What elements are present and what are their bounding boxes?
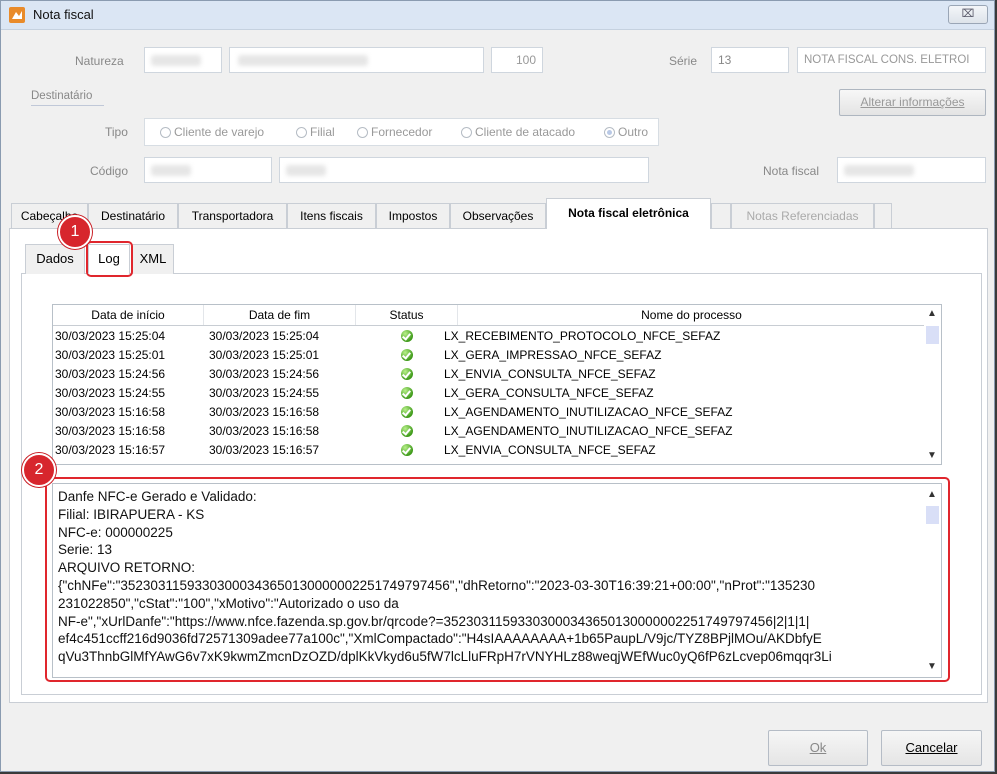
radio-cliente-atacado[interactable]: Cliente de atacado xyxy=(461,125,575,139)
title-bar: Nota fiscal ⌧ xyxy=(1,1,994,30)
tab-spacer xyxy=(874,203,892,228)
serie-description-field[interactable]: NOTA FISCAL CONS. ELETROI xyxy=(797,47,986,73)
cell-end: 30/03/2023 15:24:56 xyxy=(209,367,320,381)
natureza-number-field[interactable]: 100 xyxy=(491,47,543,73)
column-header-data-fim[interactable]: Data de fim xyxy=(204,305,356,325)
cell-start: 30/03/2023 15:16:58 xyxy=(55,405,166,419)
serie-label: Série xyxy=(669,54,698,68)
radio-fornecedor[interactable]: Fornecedor xyxy=(357,125,432,139)
cell-end: 30/03/2023 15:16:58 xyxy=(209,424,320,438)
annotation-badge-2: 2 xyxy=(22,453,56,487)
table-row[interactable]: 30/03/2023 15:16:58 30/03/2023 15:16:58 … xyxy=(53,403,925,422)
scroll-thumb[interactable] xyxy=(926,326,939,344)
tab-destinatario[interactable]: Destinatário xyxy=(88,203,178,228)
column-header-nome-processo[interactable]: Nome do processo xyxy=(458,305,925,325)
status-ok-icon xyxy=(401,387,413,399)
natureza-code-field[interactable] xyxy=(144,47,222,73)
status-ok-icon xyxy=(401,368,413,380)
tab-transportadora[interactable]: Transportadora xyxy=(178,203,287,228)
tab-itens-fiscais[interactable]: Itens fiscais xyxy=(287,203,376,228)
cell-process: LX_GERA_IMPRESSAO_NFCE_SEFAZ xyxy=(444,348,662,362)
tab-impostos[interactable]: Impostos xyxy=(376,203,450,228)
scroll-down-icon[interactable]: ▼ xyxy=(927,450,937,461)
alterar-informacoes-button[interactable]: Alterar informações xyxy=(839,89,986,116)
table-row[interactable]: 30/03/2023 15:25:04 30/03/2023 15:25:04 … xyxy=(53,327,925,346)
cell-process: LX_AGENDAMENTO_INUTILIZACAO_NFCE_SEFAZ xyxy=(444,405,733,419)
group-divider xyxy=(31,105,104,106)
status-ok-icon xyxy=(401,330,413,342)
cell-process: LX_ENVIA_CONSULTA_NFCE_SEFAZ xyxy=(444,443,656,457)
cell-start: 30/03/2023 15:16:58 xyxy=(55,424,166,438)
radio-outro[interactable]: Outro xyxy=(604,125,648,139)
status-ok-icon xyxy=(401,444,413,456)
subtab-xml[interactable]: XML xyxy=(132,244,174,274)
app-icon xyxy=(9,7,25,23)
cell-process: LX_GERA_CONSULTA_NFCE_SEFAZ xyxy=(444,386,654,400)
cell-end: 30/03/2023 15:25:04 xyxy=(209,329,320,343)
radio-circle-icon xyxy=(461,127,472,138)
scroll-up-icon[interactable]: ▲ xyxy=(927,308,937,319)
natureza-desc-field[interactable] xyxy=(229,47,484,73)
codigo-field[interactable] xyxy=(144,157,272,183)
log-grid[interactable]: Data de início Data de fim Status Nome d… xyxy=(52,304,942,465)
table-row[interactable]: 30/03/2023 15:24:55 30/03/2023 15:24:55 … xyxy=(53,384,925,403)
serie-field[interactable]: 13 xyxy=(711,47,789,73)
cell-end: 30/03/2023 15:24:55 xyxy=(209,386,320,400)
cell-start: 30/03/2023 15:16:57 xyxy=(55,443,166,457)
radio-selected-icon xyxy=(604,127,615,138)
subtab-log[interactable]: Log xyxy=(88,244,130,274)
radio-cliente-varejo[interactable]: Cliente de varejo xyxy=(160,125,264,139)
cell-end: 30/03/2023 15:25:01 xyxy=(209,348,320,362)
grid-scrollbar[interactable]: ▲ ▼ xyxy=(924,305,941,464)
annotation-badge-1: 1 xyxy=(58,215,92,249)
tab-notas-referenciadas[interactable]: Notas Referenciadas xyxy=(731,203,874,228)
cell-end: 30/03/2023 15:16:57 xyxy=(209,443,320,457)
radio-filial[interactable]: Filial xyxy=(296,125,335,139)
header-divider xyxy=(53,325,925,326)
column-header-data-inicio[interactable]: Data de início xyxy=(53,305,204,325)
ok-button[interactable]: Ok xyxy=(768,730,868,766)
tab-observacoes[interactable]: Observações xyxy=(450,203,546,228)
table-row[interactable]: 30/03/2023 15:25:01 30/03/2023 15:25:01 … xyxy=(53,346,925,365)
cell-process: LX_ENVIA_CONSULTA_NFCE_SEFAZ xyxy=(444,367,656,381)
status-ok-icon xyxy=(401,349,413,361)
column-header-status[interactable]: Status xyxy=(356,305,458,325)
nota-fiscal-window: Nota fiscal ⌧ Natureza 100 Série 13 NOTA… xyxy=(0,0,995,772)
natureza-label: Natureza xyxy=(75,54,124,68)
radio-circle-icon xyxy=(357,127,368,138)
radio-circle-icon xyxy=(296,127,307,138)
tipo-label: Tipo xyxy=(105,125,128,139)
cell-start: 30/03/2023 15:24:56 xyxy=(55,367,166,381)
cell-process: LX_RECEBIMENTO_PROTOCOLO_NFCE_SEFAZ xyxy=(444,329,721,343)
status-ok-icon xyxy=(401,425,413,437)
tipo-radio-group: Cliente de varejo Filial Fornecedor Clie… xyxy=(144,118,659,146)
codigo-desc-field[interactable] xyxy=(279,157,649,183)
tab-spacer xyxy=(711,203,731,228)
cell-end: 30/03/2023 15:16:58 xyxy=(209,405,320,419)
cancel-button[interactable]: Cancelar xyxy=(881,730,982,766)
window-title: Nota fiscal xyxy=(33,7,94,22)
destinatario-group-label: Destinatário xyxy=(31,90,93,102)
nota-fiscal-label: Nota fiscal xyxy=(763,164,820,178)
table-row[interactable]: 30/03/2023 15:24:56 30/03/2023 15:24:56 … xyxy=(53,365,925,384)
nota-fiscal-field[interactable] xyxy=(837,157,986,183)
table-row[interactable]: 30/03/2023 15:16:58 30/03/2023 15:16:58 … xyxy=(53,422,925,441)
tab-nota-fiscal-eletronica[interactable]: Nota fiscal eletrônica xyxy=(546,198,711,229)
cell-start: 30/03/2023 15:25:01 xyxy=(55,348,166,362)
cell-process: LX_AGENDAMENTO_INUTILIZACAO_NFCE_SEFAZ xyxy=(444,424,733,438)
cell-start: 30/03/2023 15:25:04 xyxy=(55,329,166,343)
status-ok-icon xyxy=(401,406,413,418)
codigo-label: Código xyxy=(90,164,129,178)
table-row[interactable]: 30/03/2023 15:16:57 30/03/2023 15:16:57 … xyxy=(53,441,925,460)
annotation-box-memo xyxy=(45,477,950,682)
close-button[interactable]: ⌧ xyxy=(948,5,988,24)
radio-circle-icon xyxy=(160,127,171,138)
cell-start: 30/03/2023 15:24:55 xyxy=(55,386,166,400)
